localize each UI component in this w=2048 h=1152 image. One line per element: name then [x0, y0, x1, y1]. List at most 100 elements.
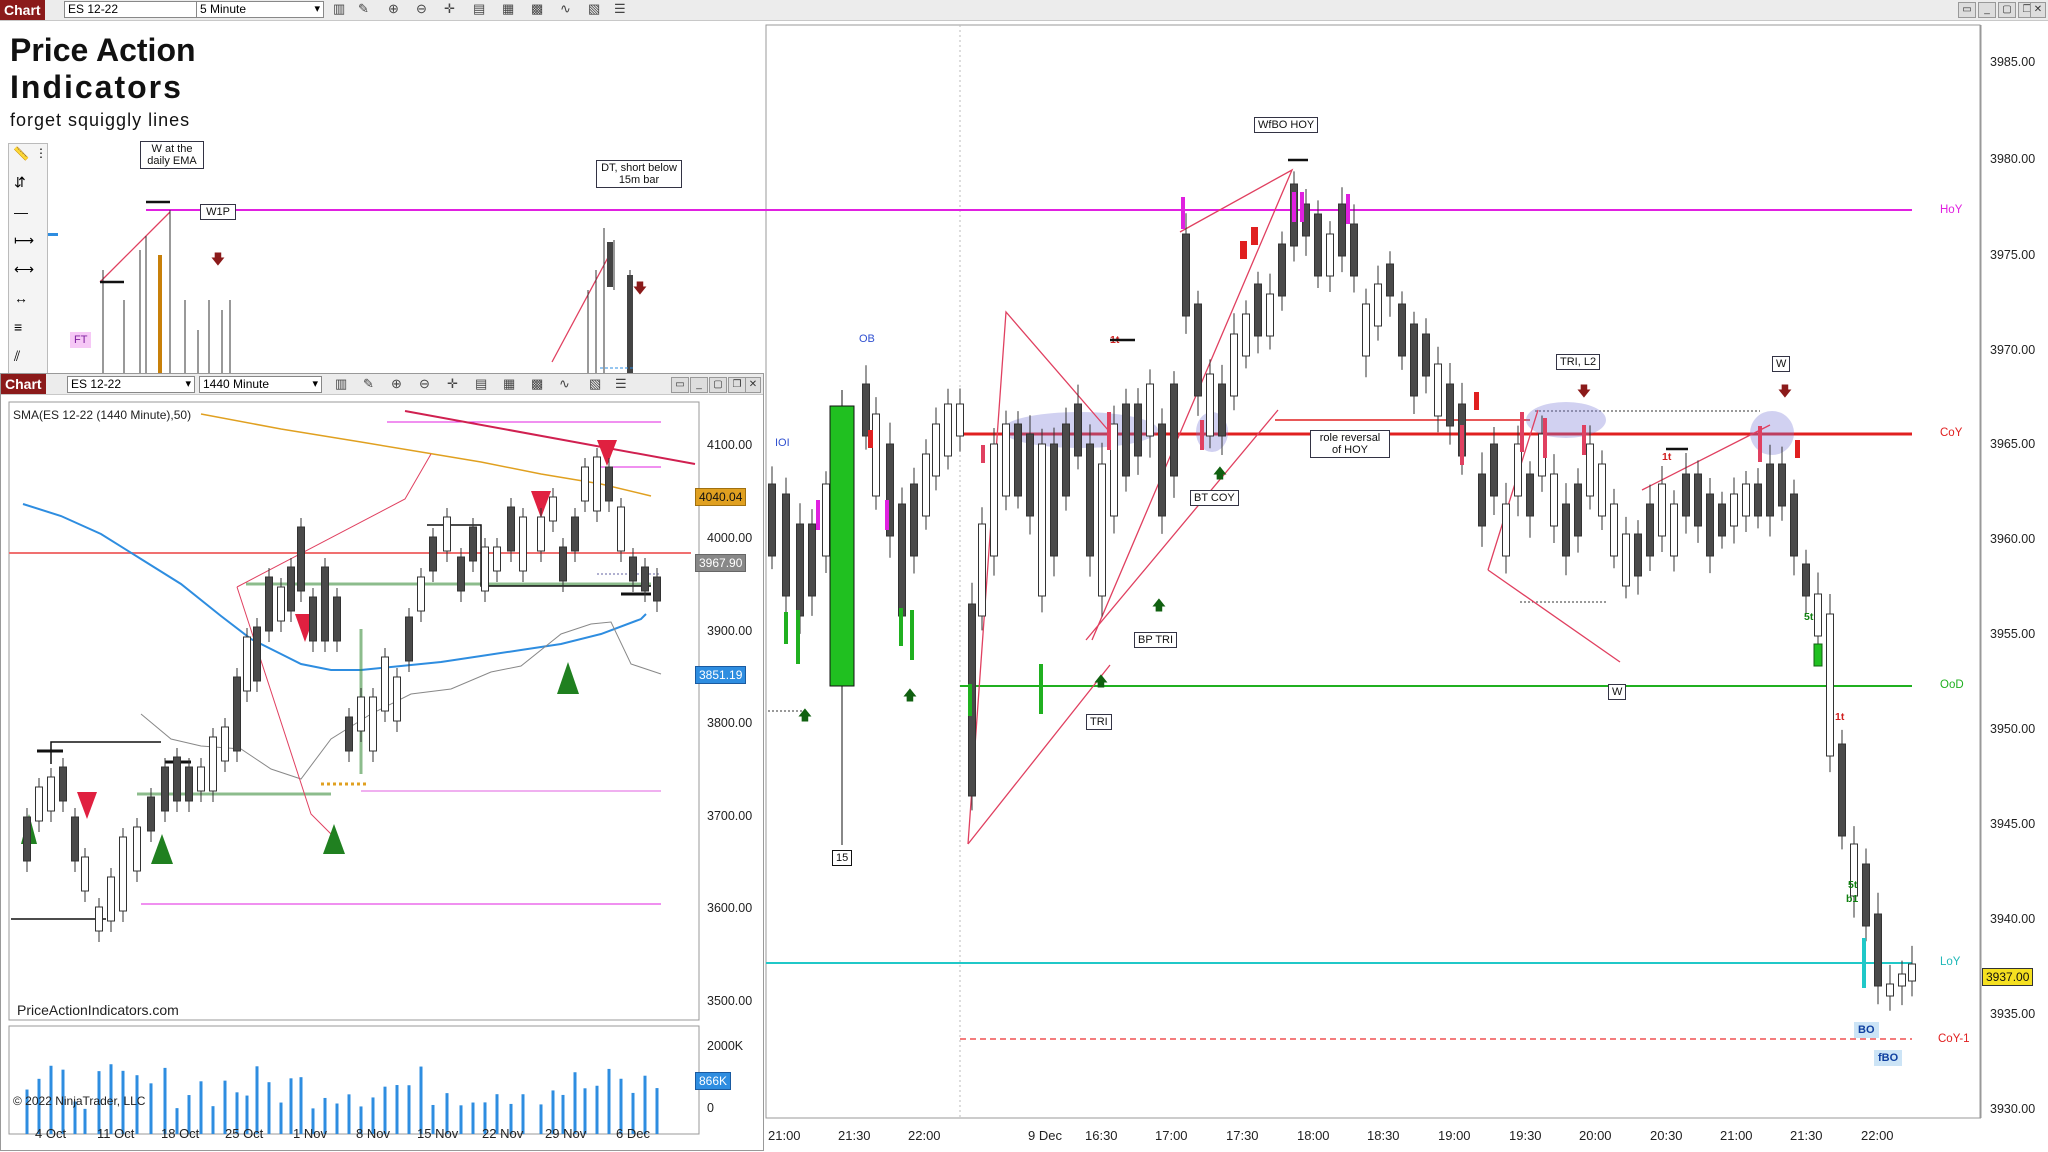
daily-instrument-select[interactable]: ES 12-22 [67, 376, 195, 393]
daily-y-tick: 3700.00 [707, 809, 753, 823]
daily-zoom-in-icon[interactable]: ⊕ [391, 376, 402, 392]
annotation-w-daily: W at the daily EMA [140, 141, 204, 169]
minimize-button[interactable]: _ [1978, 2, 1996, 18]
daily-close-button[interactable]: ✕ [745, 377, 761, 393]
annotation-fbo: fBO [1874, 1050, 1903, 1066]
zoom-out-icon[interactable]: ⊖ [416, 1, 427, 17]
daily-candle [71, 816, 79, 862]
ray-icon[interactable]: ⟼ [14, 232, 34, 249]
daily-minimize-button[interactable]: _ [690, 377, 708, 393]
risk-reward-icon[interactable]: ⇵ [14, 174, 26, 191]
crosshair-icon[interactable]: ✛ [444, 1, 455, 17]
annotation-tri-l2: TRI, L2 [1556, 354, 1601, 370]
daily-bars-type-icon[interactable]: ▥ [335, 376, 347, 392]
daily-crosshair-icon[interactable]: ✛ [447, 376, 458, 392]
daily-candle [47, 776, 55, 812]
daily-zoom-out-icon[interactable]: ⊖ [419, 376, 430, 392]
more-tools-icon[interactable]: ⋮ [35, 146, 47, 160]
zoom-in-icon[interactable]: ⊕ [388, 1, 399, 17]
daily-y-tick: 3500.00 [707, 994, 753, 1008]
daily-candles [23, 448, 661, 942]
daily-chart-tab[interactable]: Chart [1, 374, 46, 394]
volume-bar [471, 1102, 475, 1134]
candle [768, 483, 776, 557]
candle [1574, 483, 1582, 537]
daily-candle [107, 876, 115, 922]
chart-tab[interactable]: Chart [0, 0, 45, 20]
candle [1254, 283, 1262, 337]
volume-bar [267, 1082, 271, 1134]
svg-text:🡅: 🡅 [903, 688, 917, 704]
properties-icon[interactable]: ▤ [473, 1, 485, 17]
daily-restore-button[interactable]: ❐ [728, 377, 746, 393]
candle [1670, 503, 1678, 557]
ood-label: OoD [1940, 679, 1964, 691]
draw-pencil-icon[interactable]: ✎ [358, 1, 369, 17]
candle [932, 423, 940, 477]
daily-y-tick: 4100.00 [707, 438, 753, 452]
daily-candle [429, 536, 437, 572]
daily-candle [345, 716, 353, 752]
daily-data-box-icon[interactable]: ▩ [531, 376, 543, 392]
daily-maximize-button[interactable]: ▢ [709, 377, 727, 393]
candle [1218, 383, 1226, 437]
volume-tick: 2000K [707, 1039, 744, 1053]
daily-x-tick: 1 Nov [293, 1126, 327, 1141]
indicators-icon[interactable]: ∿ [560, 1, 571, 17]
tile-button[interactable]: ▭ [1958, 2, 1976, 18]
close-button[interactable]: ✕ [2030, 2, 2046, 18]
daily-candle [23, 816, 31, 862]
daily-candle [209, 736, 217, 792]
annotation-w-top: W [1772, 356, 1791, 372]
daily-candle [571, 516, 579, 552]
svg-text:🡅: 🡅 [798, 708, 812, 724]
templates-icon[interactable]: ▦ [502, 1, 514, 17]
daily-candle [287, 566, 295, 612]
candle [1266, 293, 1274, 337]
daily-tile-button[interactable]: ▭ [671, 377, 689, 393]
list-icon[interactable]: ☰ [614, 1, 626, 17]
candle [1886, 983, 1894, 997]
daily-chart-canvas[interactable] [1, 394, 763, 1150]
daily-x-tick: 6 Dec [616, 1126, 650, 1141]
daily-candle [309, 596, 317, 642]
x-tick: 22:00 [1861, 1128, 1894, 1143]
daily-properties-icon[interactable]: ▤ [475, 376, 487, 392]
candle [1146, 383, 1154, 437]
gray-price-tag: 3967.90 [695, 554, 747, 572]
daily-strategies-icon[interactable]: ▧ [589, 376, 601, 392]
daily-draw-icon[interactable]: ✎ [363, 376, 374, 392]
annotation-ioi: IOI [775, 437, 790, 449]
daily-interval-select[interactable]: 1440 Minute [199, 376, 322, 393]
daily-templates-icon[interactable]: ▦ [503, 376, 515, 392]
bars-type-icon[interactable]: ▥ [333, 1, 345, 17]
extended-line-icon[interactable]: ⟷ [14, 261, 34, 278]
main-toolbar: Chart ES 12-22 5 Minute ▥ ✎ ⊕ ⊖ ✛ ▤ ▦ ▩ … [0, 0, 2048, 21]
candle [1086, 443, 1094, 557]
arrow-line-icon[interactable]: ↔ [14, 290, 28, 306]
interval-select[interactable]: 5 Minute [196, 1, 324, 18]
ruler-icon[interactable]: 📏 [13, 146, 29, 162]
candle [1706, 493, 1714, 557]
volume-bar [459, 1105, 463, 1134]
channel-icon[interactable]: ⫽ [14, 348, 20, 365]
x-tick: 19:00 [1438, 1128, 1471, 1143]
daily-list-icon[interactable]: ☰ [615, 376, 627, 392]
line-icon[interactable]: — [14, 204, 28, 220]
candle [1814, 593, 1822, 637]
daily-candle [357, 696, 365, 732]
daily-indicators-icon[interactable]: ∿ [559, 376, 570, 392]
strategies-icon[interactable]: ▧ [588, 1, 600, 17]
candle [1170, 383, 1178, 477]
annotation-w-mid: W [1608, 684, 1627, 700]
data-box-icon[interactable]: ▩ [531, 1, 543, 17]
svg-text:5t: 5t [1848, 879, 1858, 891]
maximize-button[interactable]: ▢ [1998, 2, 2016, 18]
daily-candle [119, 836, 127, 912]
candle [1898, 973, 1906, 987]
candle [1790, 493, 1798, 557]
daily-candle [161, 766, 169, 812]
website-label: PriceActionIndicators.com [17, 1002, 179, 1018]
horizontal-lines-icon[interactable]: ≡ [14, 319, 22, 335]
loy-label: LoY [1940, 956, 1961, 968]
